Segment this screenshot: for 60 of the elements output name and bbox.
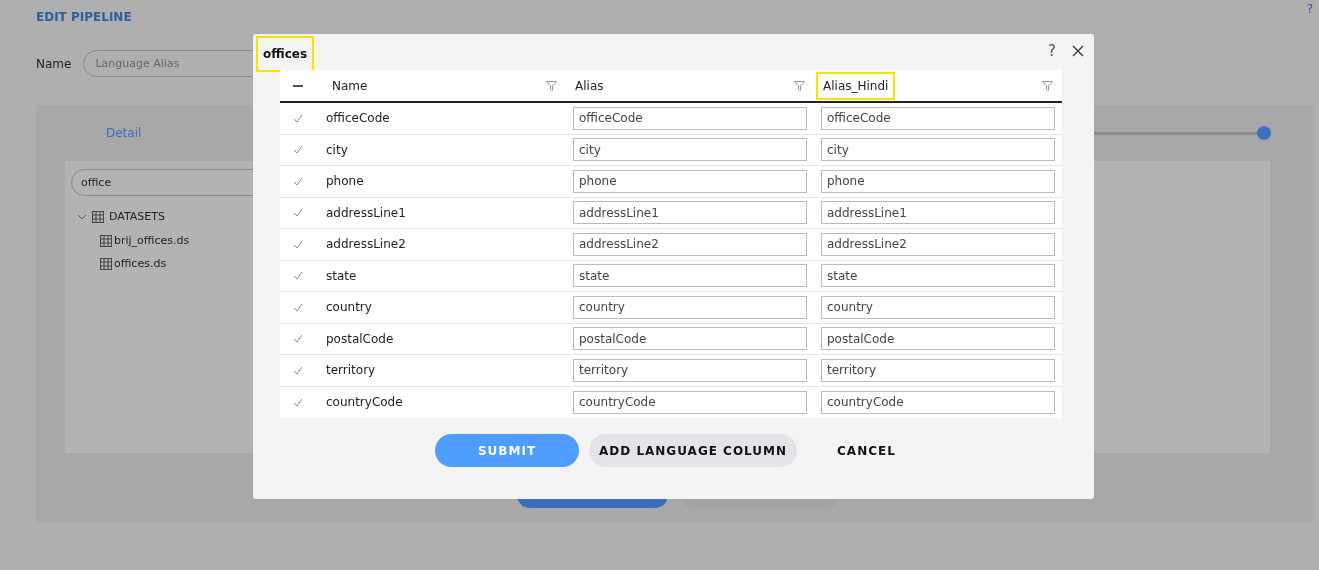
close-icon[interactable] (1072, 45, 1084, 58)
alias-field[interactable]: addressLine2 (821, 232, 1055, 256)
slider-thumb[interactable] (1257, 125, 1271, 140)
table-cell-text: phone (325, 173, 365, 191)
check-icon[interactable] (292, 208, 303, 218)
table-cell-text: addressLine1 (325, 204, 407, 222)
alias-field[interactable]: addressLine2 (573, 232, 807, 256)
page-title: EDIT PIPELINE (36, 9, 132, 26)
alias-field[interactable]: phone (821, 169, 1055, 193)
filter-icon[interactable] (794, 80, 805, 91)
filter-icon[interactable] (546, 80, 557, 91)
table-icon (100, 234, 112, 247)
alias-field[interactable]: officeCode (821, 106, 1055, 130)
tree-item[interactable]: offices.ds (114, 256, 167, 273)
table-cell-text: city (325, 141, 349, 159)
check-icon[interactable] (292, 397, 303, 407)
table-cell-text: officeCode (325, 110, 391, 128)
alias-field[interactable]: phone (573, 169, 807, 193)
table-cell-text: country (325, 299, 373, 317)
table-cell-text: territory (325, 362, 377, 380)
filter-icon[interactable] (1042, 80, 1053, 91)
check-icon[interactable] (292, 176, 303, 186)
alias-field[interactable]: country (821, 295, 1055, 319)
column-header: Name (331, 77, 369, 95)
help-icon[interactable]: ? (1306, 0, 1313, 26)
table-cell-text: countryCode (325, 394, 404, 412)
alias-field[interactable]: city (573, 138, 807, 162)
dialog-button[interactable]: ADD LANGUAGE COLUMN (589, 434, 798, 467)
alias-field[interactable]: countryCode (573, 390, 807, 414)
alias-field[interactable]: postalCode (573, 327, 807, 351)
alias-field[interactable]: territory (573, 358, 807, 382)
alias-field[interactable]: officeCode (573, 106, 807, 130)
alias-field[interactable]: addressLine1 (821, 201, 1055, 225)
alias-field[interactable]: addressLine1 (573, 201, 807, 225)
name-label: Name (36, 55, 72, 73)
table-cell-text: state (325, 267, 358, 285)
check-icon[interactable] (292, 334, 303, 344)
alias-field[interactable]: state (573, 264, 807, 288)
table-icon (100, 258, 112, 271)
check-icon[interactable] (292, 145, 303, 155)
tree-item[interactable]: DATASETS (109, 209, 165, 226)
alias-field[interactable]: country (573, 295, 807, 319)
table-cell-text: addressLine2 (325, 236, 407, 254)
alias-field[interactable]: postalCode (821, 327, 1055, 351)
check-icon[interactable] (292, 113, 303, 123)
alias-field[interactable]: countryCode (821, 390, 1055, 414)
table-cell-text: postalCode (325, 330, 395, 348)
check-icon[interactable] (292, 302, 303, 312)
column-header: Alias_Hindi (816, 71, 896, 100)
check-icon[interactable] (292, 365, 303, 375)
column-header: Alias (574, 77, 605, 95)
alias-field[interactable]: territory (821, 358, 1055, 382)
table-icon (92, 211, 104, 224)
dialog-button[interactable]: CANCEL (807, 434, 926, 467)
tree-item[interactable]: brij_offices.ds (114, 232, 190, 249)
check-icon[interactable] (292, 271, 303, 281)
alias-field[interactable]: state (821, 264, 1055, 288)
check-icon[interactable] (292, 239, 303, 249)
help-icon[interactable]: ? (1048, 40, 1056, 63)
alias-field[interactable]: city (821, 138, 1055, 162)
